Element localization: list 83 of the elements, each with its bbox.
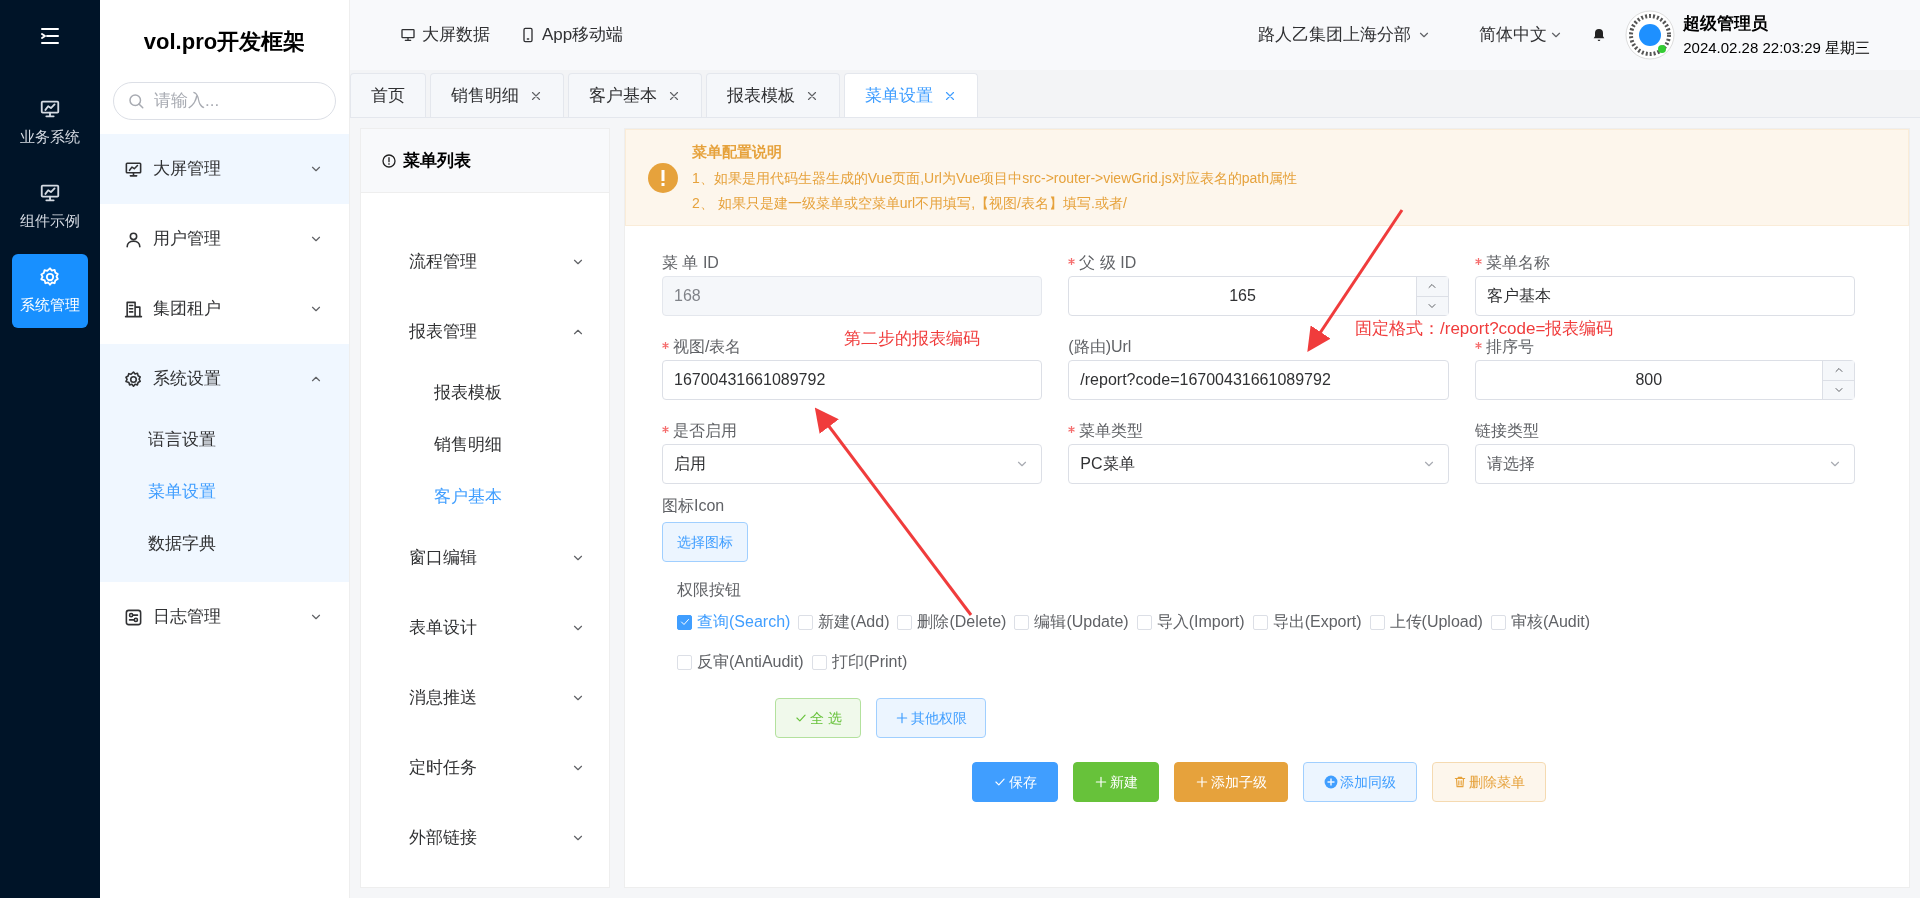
permission-checkbox[interactable]: 删除(Delete) [897,610,1007,634]
field-label: 图标Icon [662,496,726,516]
annotation-text: 第二步的报表编码 [844,328,980,350]
monitor-icon [400,27,416,43]
permission-checkbox[interactable]: 编辑(Update) [1014,610,1129,634]
field-label: 菜 单 ID [662,253,719,273]
search-icon [127,92,145,110]
document-icon [124,607,143,627]
user-name: 超级管理员 [1683,13,1770,35]
field-label: 链接类型 [1474,421,1539,441]
input-field[interactable]: 800 [1474,360,1855,400]
plus-icon [1094,775,1108,789]
tab[interactable]: 报表模板 [706,73,840,117]
chart-board-icon [124,159,143,179]
select-field[interactable]: PC菜单 [1068,444,1449,484]
tab[interactable]: 销售明细 [430,73,564,117]
avatar-icon[interactable] [1625,10,1676,60]
check-icon [678,616,691,628]
settings-icon [39,265,61,288]
sidebar-subitem[interactable]: 语言设置 [100,414,349,466]
plus-icon [894,711,909,725]
select-field[interactable]: 启用 [662,444,1043,484]
tab[interactable]: 首页 [350,73,426,117]
app-title: vol.pro开发框架 [143,27,306,56]
sidebar-item[interactable]: 系统设置 [100,344,349,414]
input-field[interactable]: 客户基本 [1474,276,1855,316]
user-icon [124,229,143,249]
info-icon [381,152,397,169]
building-icon [124,299,143,319]
menu-list-item[interactable]: 外部链接 [361,803,609,873]
input-field[interactable]: 165 [1068,276,1449,316]
menu-list-item[interactable]: 定时任务 [361,733,609,803]
header-link[interactable]: App移动端 [520,22,624,48]
rail-item[interactable]: 组件示例 [12,170,88,244]
permission-checkbox[interactable]: 导出(Export) [1252,610,1362,634]
rail-item[interactable]: 业务系统 [12,86,88,160]
tab[interactable]: 客户基本 [568,73,702,117]
panel-title: 菜单列表 [403,149,471,172]
language-dropdown[interactable]: 简体中文 [1479,22,1564,48]
header-link[interactable]: 大屏数据 [400,22,490,48]
annotation-text: 固定格式：/report?code=报表编码 [1355,318,1614,339]
select-field[interactable]: 请选择 [1474,444,1855,484]
sidebar-item[interactable]: 日志管理 [100,582,349,652]
field-label: 父 级 ID [1079,253,1137,273]
field-label: 排序号 [1485,338,1534,357]
alert-text: 2、 如果只是建一级菜单或空菜单url不用填写,【视图/表名】填写.或者/ [692,193,1128,213]
sidebar-item[interactable]: 大屏管理 [100,134,349,204]
field-label: 是否启用 [673,421,737,441]
menu-list-subitem[interactable]: 销售明细 [361,419,609,471]
field-label: 菜单名称 [1485,253,1550,273]
settings-icon [124,369,143,389]
menu-list-item[interactable]: 流程管理 [361,227,609,297]
section-label: 权限按钮 [677,580,742,600]
company-dropdown[interactable]: 路人乙集团上海分部 [1258,22,1432,48]
permission-checkbox[interactable]: 审核(Audit) [1490,610,1591,634]
sidebar-item[interactable]: 集团租户 [100,274,349,344]
menu-list-item[interactable]: 报表管理 [361,297,609,367]
input-field[interactable]: 16700431661089792 [662,360,1043,400]
input-field[interactable]: /report?code=16700431661089792 [1068,360,1449,400]
alert-title: 菜单配置说明 [692,142,783,163]
sidebar-item[interactable]: 用户管理 [100,204,349,274]
plus-circle-icon [1324,775,1338,789]
trash-icon [1453,775,1467,789]
datetime-text: 2024.02.28 22:03:29 星期三 [1683,37,1870,58]
menu-list-item[interactable]: 消息推送 [361,663,609,733]
menu-list-item[interactable]: 表单设计 [361,593,609,663]
plus-icon [1195,775,1209,789]
field-label: (路由)Url [1068,337,1132,357]
permission-checkbox[interactable]: 导入(Import) [1136,610,1245,634]
permission-checkbox[interactable]: 反审(AntiAudit) [677,650,804,674]
permission-checkbox[interactable]: 打印(Print) [811,650,908,674]
warning-icon [648,162,678,193]
input-field: 168 [662,276,1043,316]
field-label: 视图/表名 [673,337,742,357]
menu-list-subitem[interactable]: 报表模板 [361,367,609,419]
phone-icon [520,27,536,43]
search-field[interactable]: 请输入... [113,82,336,120]
menu-list-item[interactable]: 窗口编辑 [361,523,609,593]
alert-text: 1、如果是用代码生器生成的Vue页面,Url为Vue项目中src->router->viewGrid.js对应表名的path属性 [692,168,1297,188]
permission-checkbox[interactable]: 上传(Upload) [1369,610,1483,634]
field-label: 菜单类型 [1079,421,1144,441]
permission-checkbox[interactable]: 新建(Add) [798,610,890,634]
sidebar-subitem[interactable]: 数据字典 [100,518,349,570]
